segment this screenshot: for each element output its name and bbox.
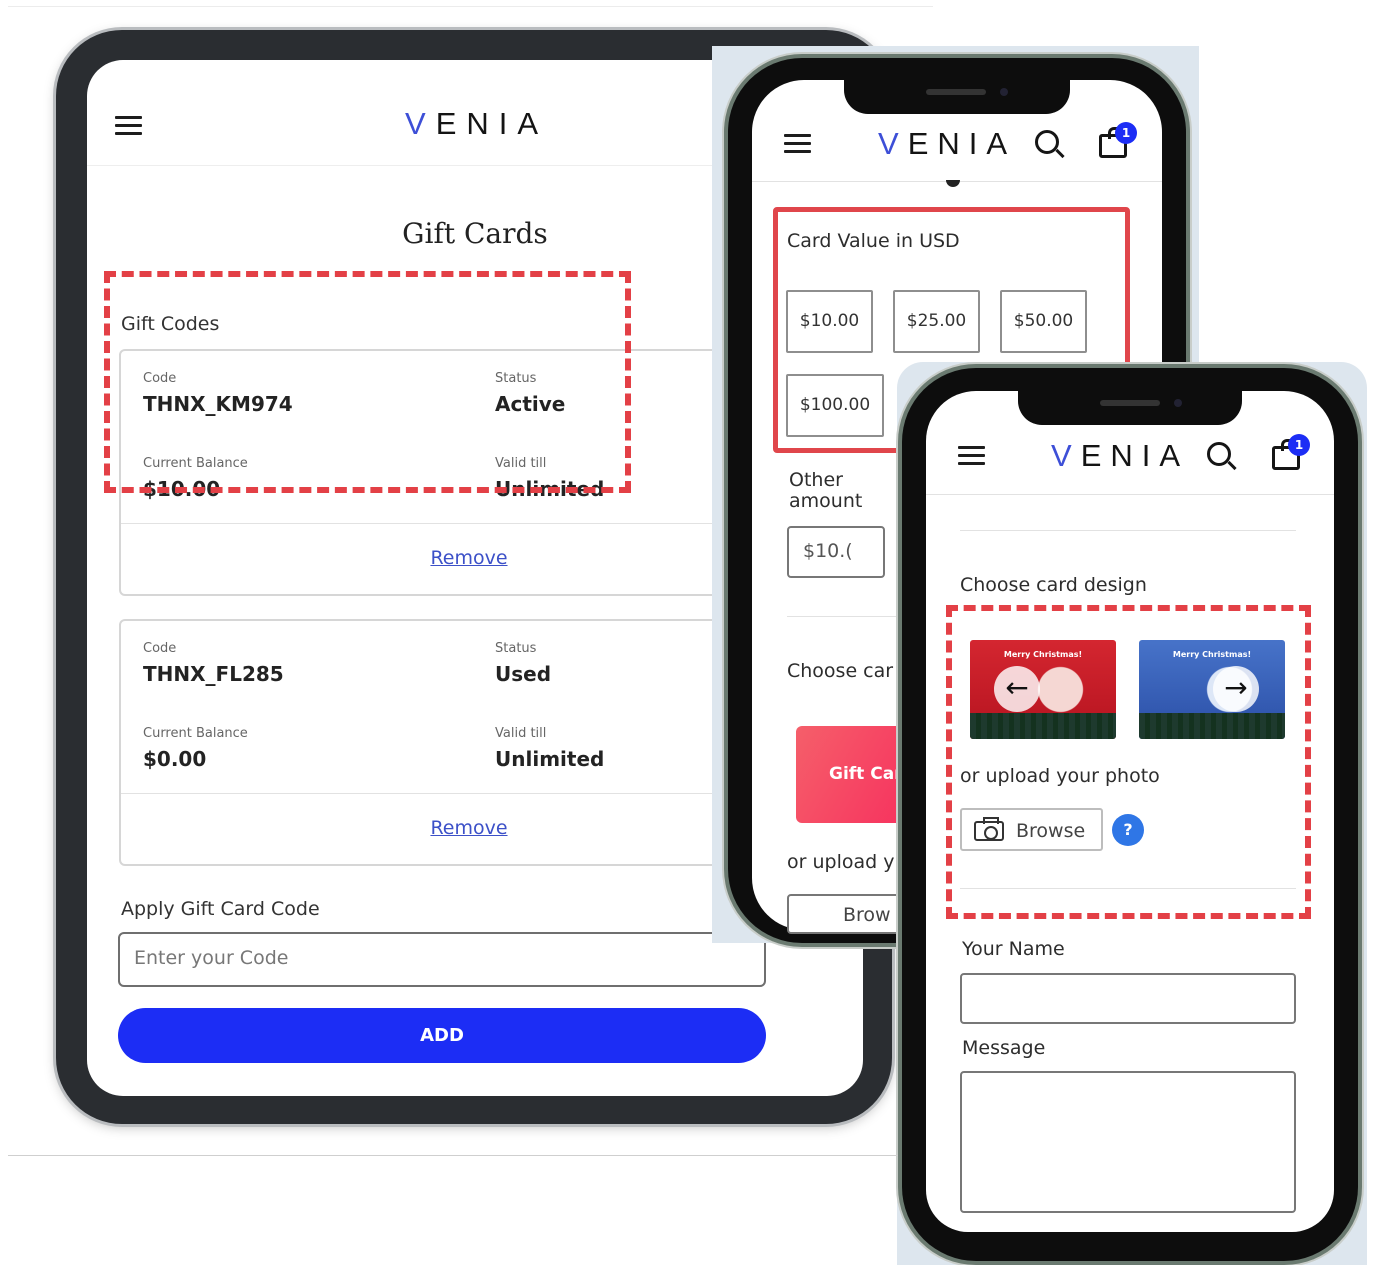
search-icon[interactable] [1207,442,1231,466]
status-value: Used [495,662,552,686]
balance-label: Current Balance [143,726,248,741]
gift-code-input[interactable]: Enter your Code [118,932,766,987]
hamburger-menu-icon[interactable] [958,446,985,465]
browse-label: Browse [1016,820,1086,842]
divider [8,6,933,7]
choose-design-label: Choose card design [960,574,1147,596]
camera-icon [974,817,1004,841]
cart-count-badge: 1 [1115,122,1137,144]
apply-code-label: Apply Gift Card Code [121,898,320,920]
design-caption: Merry Christmas! [1172,650,1252,659]
choose-design-label: Choose car [787,660,894,682]
valid-label: Valid till [495,726,547,741]
logo[interactable]: VENIA [878,126,1016,162]
code-value: THNX_KM974 [143,392,293,416]
upload-photo-label: or upload y [787,851,895,873]
card-design-option[interactable]: Merry Christmas! → [1139,640,1285,739]
valid-value: Unlimited [495,477,605,501]
divider [960,888,1296,889]
gift-codes-label: Gift Codes [121,313,220,335]
upload-photo-label: or upload your photo [960,765,1160,787]
cart-count-badge: 1 [1288,434,1310,456]
amount-option[interactable]: $100.00 [786,374,884,437]
search-icon[interactable] [1035,130,1059,154]
other-amount-label: Other amount [789,469,863,512]
balance-value: $0.00 [143,747,207,771]
divider [787,616,907,617]
amount-option[interactable]: $25.00 [893,290,980,353]
divider [960,530,1296,531]
balance-value: $10.00 [143,477,221,501]
notch [1018,391,1242,425]
valid-label: Valid till [495,456,547,471]
notch [844,80,1070,114]
arrow-right-icon[interactable]: → [1213,666,1259,712]
status-label: Status [495,641,537,656]
valid-value: Unlimited [495,747,605,771]
code-label: Code [143,641,177,656]
status-value: Active [495,392,566,416]
card-value-label: Card Value in USD [787,230,960,252]
hamburger-menu-icon[interactable] [784,134,811,153]
other-amount-input[interactable]: $10.( [787,526,885,578]
message-label: Message [962,1037,1046,1059]
arrow-left-icon[interactable]: ← [994,666,1040,712]
your-name-label: Your Name [962,938,1065,960]
help-icon[interactable]: ? [1112,814,1144,846]
amount-option[interactable]: $10.00 [786,290,873,353]
add-button[interactable]: ADD [118,1008,766,1063]
hamburger-menu-icon[interactable] [115,116,142,135]
browse-button[interactable]: Brow [787,894,907,934]
browse-button[interactable]: Browse [960,808,1103,851]
trees-decoration [970,713,1116,739]
card-design-option[interactable]: Merry Christmas! ← [970,640,1116,739]
balance-label: Current Balance [143,456,248,471]
logo[interactable]: VENIA [405,106,548,142]
design-caption: Merry Christmas! [1003,650,1083,659]
your-name-input[interactable] [960,973,1296,1024]
divider [926,494,1334,495]
divider [8,1155,898,1156]
code-label: Code [143,371,177,386]
amount-option[interactable]: $50.00 [1000,290,1087,353]
code-value: THNX_FL285 [143,662,284,686]
logo[interactable]: VENIA [1051,438,1189,474]
trees-decoration [1139,713,1285,739]
message-textarea[interactable] [960,1071,1296,1213]
status-label: Status [495,371,537,386]
